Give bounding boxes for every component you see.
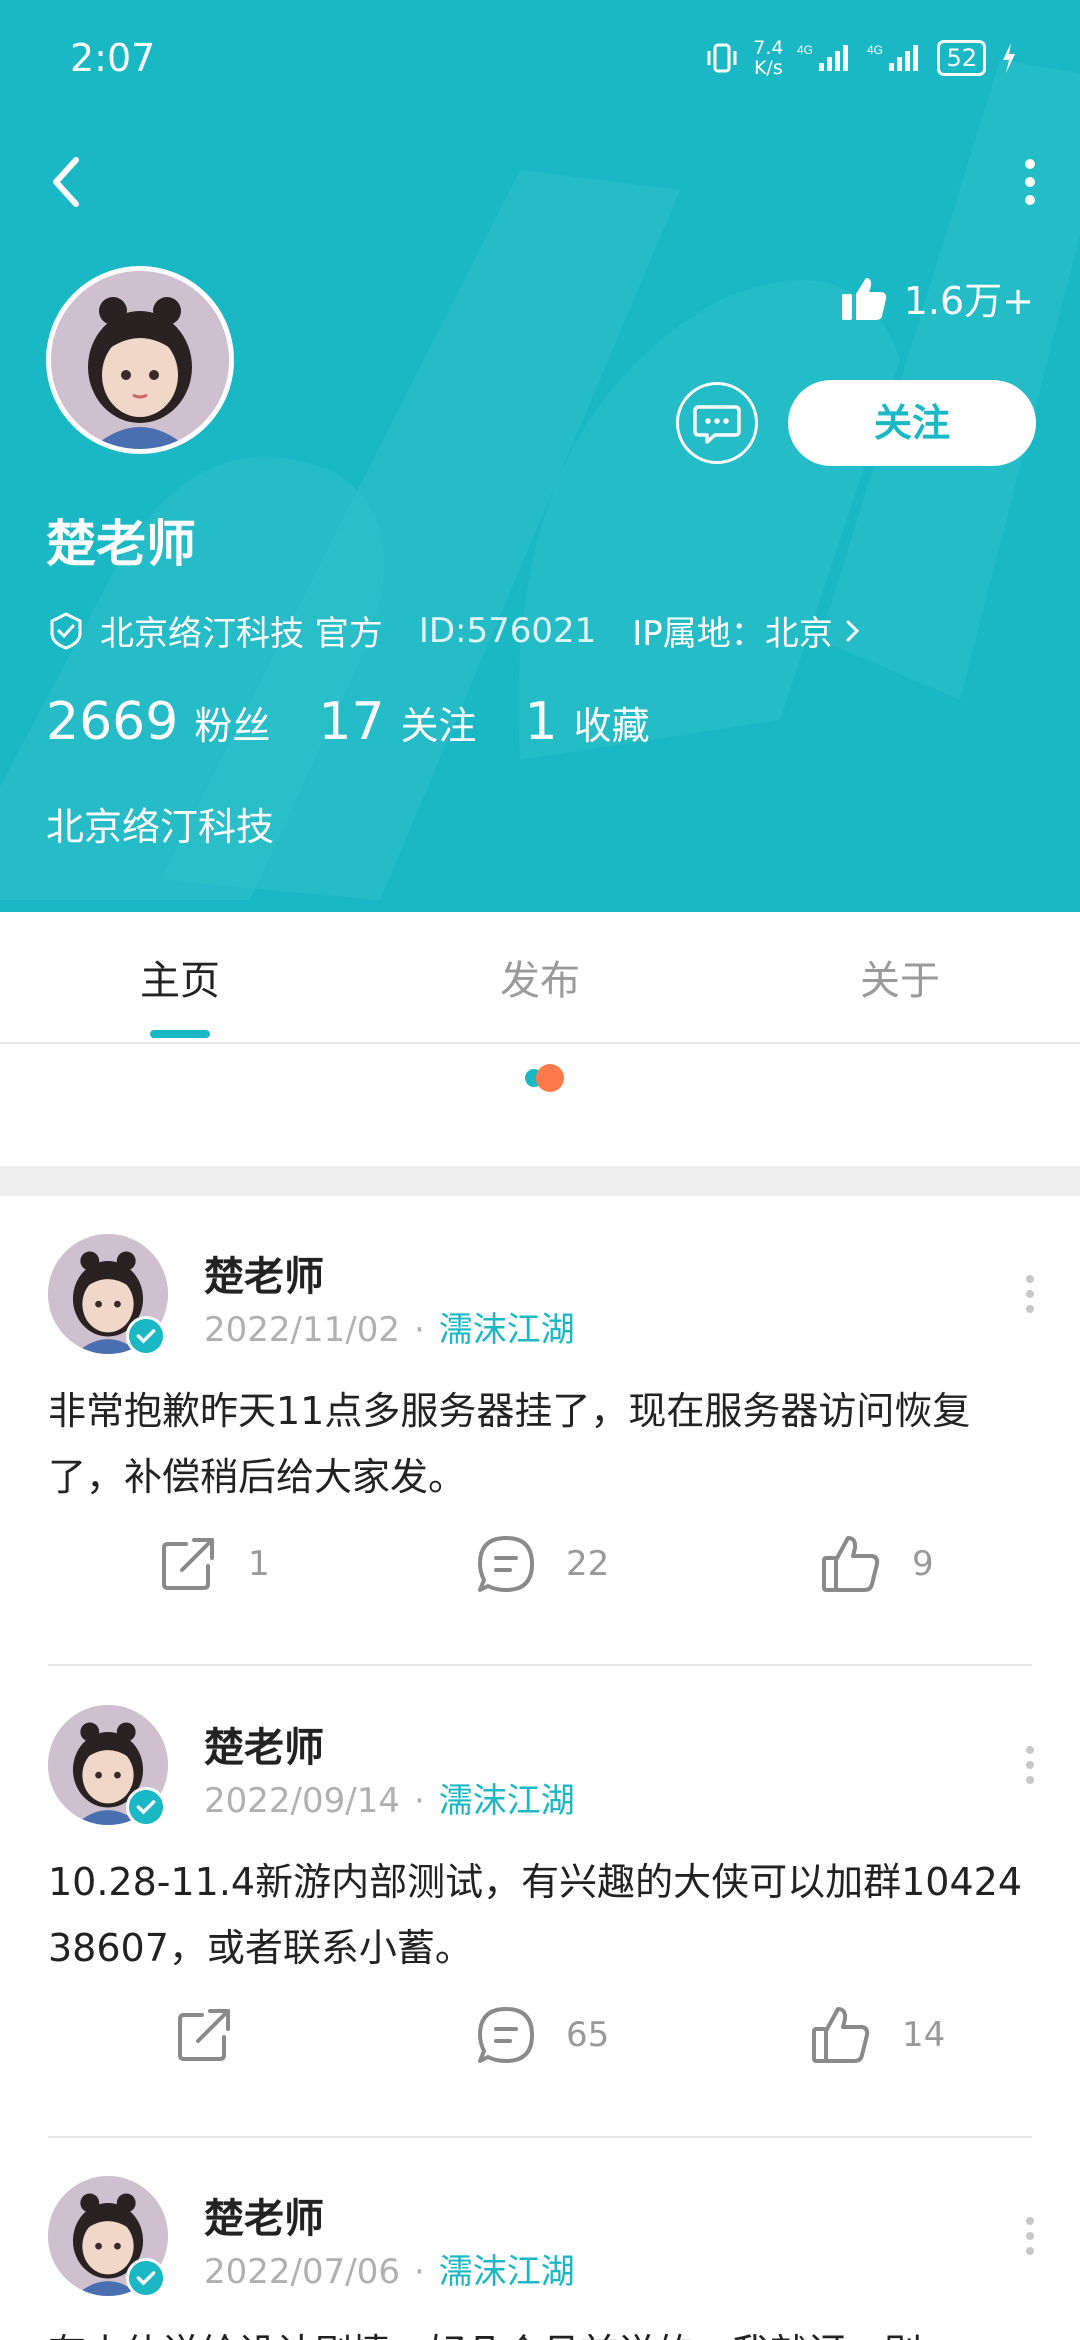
post-actions: 65 14 (0, 2005, 1080, 2085)
svg-text:4G: 4G (867, 43, 883, 57)
section-separator (0, 1166, 1080, 1196)
more-options-icon[interactable] (1020, 158, 1040, 206)
post-circle[interactable]: 濡沫江湖 (439, 1781, 575, 1821)
comment-button[interactable]: 65 (476, 2005, 609, 2065)
verified-badge-icon (126, 2258, 166, 2298)
post-author[interactable]: 楚老师 (204, 1715, 324, 1773)
verified-badge-icon (126, 1316, 166, 1356)
post-card[interactable]: 楚老师 2022/09/14 · 濡沫江湖 10.28-11.4新游内部测试，有兴趣… (0, 1705, 1080, 2105)
like-button[interactable]: 14 (810, 2005, 945, 2065)
tab-home[interactable]: 主页 (80, 948, 280, 1006)
likes-count: 1.6万+ (840, 270, 1034, 325)
post-meta: 2022/09/14 · 濡沫江湖 (204, 1781, 575, 1821)
fans-count[interactable]: 2669 (46, 692, 178, 752)
comment-count: 65 (566, 2015, 610, 2055)
post-text[interactable]: 10.28-11.4新游内部测试，有兴趣的大侠可以加群1042438607，或者… (48, 1849, 1038, 1981)
post-divider (48, 1664, 1032, 1666)
back-arrow-icon[interactable] (46, 152, 86, 212)
profile-header: 2:07 7.4 K/s 4G 4G 52 1.6万+ 关注 楚老师 北京络汀科… (0, 0, 1080, 912)
status-bar: 2:07 7.4 K/s 4G 4G 52 (0, 0, 1080, 120)
profile-name: 楚老师 (46, 515, 196, 573)
chat-icon (693, 405, 741, 444)
like-count: 9 (912, 1544, 934, 1584)
post-date: 2022/07/06 (204, 2252, 400, 2292)
loading-indicator (525, 1064, 564, 1092)
favorites-count[interactable]: 1 (525, 692, 558, 752)
post-date: 2022/11/02 (204, 1310, 400, 1350)
comment-icon (478, 2007, 534, 2063)
post-more-icon[interactable] (1024, 1274, 1036, 1314)
profile-avatar[interactable] (46, 266, 234, 454)
post-circle[interactable]: 濡沫江湖 (439, 2252, 575, 2292)
post-meta: 2022/11/02 · 濡沫江湖 (204, 1310, 575, 1350)
share-count: 1 (248, 1544, 270, 1584)
status-icons: 7.4 K/s 4G 4G 52 (705, 38, 1018, 78)
user-id: ID:576021 (418, 610, 597, 651)
like-icon (812, 2007, 870, 2063)
share-button[interactable] (174, 2005, 234, 2065)
post-text[interactable]: 非常抱歉昨天11点多服务器挂了，现在服务器访问恢复了，补偿稍后给大家发。 (48, 1378, 1038, 1510)
comment-icon (478, 1536, 534, 1592)
vibrate-icon (707, 43, 737, 73)
tab-indicator (150, 1030, 210, 1038)
post-actions: 1 22 9 (0, 1534, 1080, 1614)
chevron-right-icon[interactable] (841, 616, 865, 646)
following-label[interactable]: 关注 (401, 695, 477, 750)
comment-count: 22 (566, 1544, 610, 1584)
message-button[interactable] (676, 382, 758, 464)
share-icon (162, 1538, 214, 1590)
charging-icon (1003, 43, 1015, 73)
post-divider (48, 2136, 1032, 2138)
share-button[interactable]: 1 (158, 1534, 270, 1594)
profile-tabs: 主页 发布 关于 (0, 912, 1080, 1044)
like-count: 14 (902, 2015, 946, 2055)
post-more-icon[interactable] (1024, 1745, 1036, 1785)
post-card[interactable]: 楚老师 2022/11/02 · 濡沫江湖 非常抱歉昨天11点多服务器挂了，现在服务… (0, 1234, 1080, 1634)
avatar-image (51, 271, 229, 449)
post-text[interactable]: 有小伙说给设计剧情，好几个月前说的，我就讶，别 (48, 2320, 1038, 2340)
org-label: 北京络汀科技 官方 (100, 614, 383, 654)
like-button[interactable]: 9 (820, 1534, 934, 1594)
likes-value: 1.6万+ (903, 279, 1034, 323)
post-author[interactable]: 楚老师 (204, 2186, 324, 2244)
post-date: 2022/09/14 (204, 1781, 400, 1821)
signal-icon: 4G (797, 43, 849, 71)
post-more-icon[interactable] (1024, 2216, 1036, 2256)
profile-info-row: 北京络汀科技 官方 ID:576021 IP属地：北京 (46, 606, 865, 655)
ip-location[interactable]: IP属地：北京 (632, 606, 833, 655)
tab-posts[interactable]: 发布 (440, 948, 640, 1006)
post-card[interactable]: 楚老师 2022/07/06·濡沫江湖 有小伙说给设计剧情，好几个月前说的，我就… (0, 2176, 1080, 2340)
verified-shield-icon (50, 611, 82, 650)
post-circle[interactable]: 濡沫江湖 (439, 1310, 575, 1350)
status-time: 2:07 (70, 36, 156, 80)
company-name: 北京络汀科技 (46, 805, 275, 849)
post-meta: 2022/07/06 · 濡沫江湖 (204, 2252, 575, 2292)
fans-label[interactable]: 粉丝 (194, 695, 270, 750)
svg-text:4G: 4G (797, 43, 813, 57)
profile-stats: 2669 粉丝 17 关注 1 收藏 (46, 692, 698, 752)
post-author[interactable]: 楚老师 (204, 1244, 324, 1302)
following-count[interactable]: 17 (318, 692, 384, 752)
tab-about[interactable]: 关于 (800, 948, 1000, 1006)
follow-button[interactable]: 关注 (788, 380, 1036, 466)
signal-icon-2: 4G (867, 43, 919, 71)
verified-badge-icon (126, 1787, 166, 1827)
share-icon (178, 2009, 230, 2061)
net-speed: 7.4 K/s (753, 37, 784, 79)
battery-indicator: 52 (937, 40, 986, 76)
comment-button[interactable]: 22 (476, 1534, 609, 1594)
thumbs-up-icon (841, 277, 886, 320)
like-icon (822, 1536, 880, 1592)
favorites-label[interactable]: 收藏 (574, 695, 650, 750)
